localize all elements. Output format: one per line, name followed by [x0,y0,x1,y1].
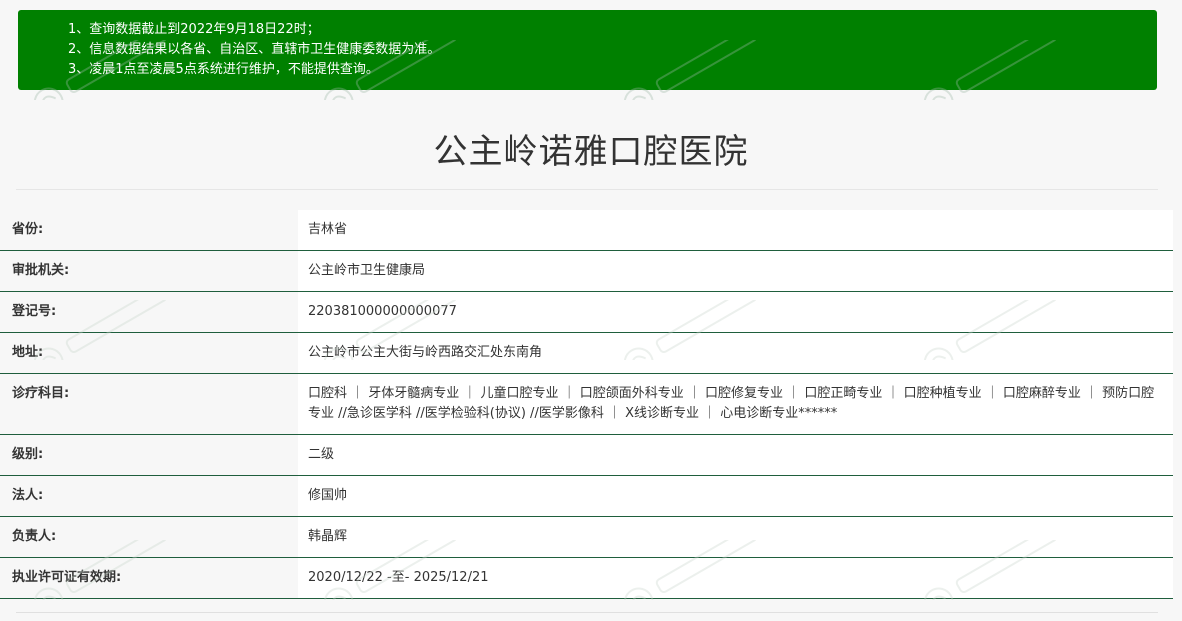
table-row: 省份: 吉林省 [0,210,1173,251]
row-label: 审批机关: [0,250,298,292]
row-label: 执业许可证有效期: [0,557,298,599]
row-value: 吉林省 [298,210,1173,251]
row-value: 修国帅 [298,475,1173,517]
row-value: 韩晶辉 [298,516,1173,558]
row-label: 诊疗科目: [0,373,298,435]
table-row: 负责人: 韩晶辉 [0,516,1173,558]
table-row: 级别: 二级 [0,434,1173,476]
table-row: 登记号: 220381000000000077 [0,291,1173,333]
title-divider [16,189,1158,190]
table-row: 地址: 公主岭市公主大街与岭西路交汇处东南角 [0,332,1173,374]
notice-line: 3、凌晨1点至凌晨5点系统进行维护，不能提供查询。 [68,62,379,77]
row-label: 省份: [0,210,298,251]
row-value: 公主岭市公主大街与岭西路交汇处东南角 [298,332,1173,374]
row-label: 级别: [0,434,298,476]
page-title: 公主岭诺雅口腔医院 [433,132,749,172]
hospital-info-table: 省份: 吉林省 审批机关: 公主岭市卫生健康局 登记号: 22038100000… [0,210,1173,599]
notice-banner: 1、查询数据截止到2022年9月18日22时； 2、信息数据结果以各省、自治区、… [18,10,1157,90]
table-row: 执业许可证有效期: 2020/12/22 -至- 2025/12/21 [0,557,1173,599]
table-row: 审批机关: 公主岭市卫生健康局 [0,250,1173,292]
row-value: 公主岭市卫生健康局 [298,250,1173,292]
row-label: 登记号: [0,291,298,333]
notice-line: 1、查询数据截止到2022年9月18日22时； [68,22,320,37]
notice-line: 2、信息数据结果以各省、自治区、直辖市卫生健康委数据为准。 [68,42,441,57]
row-label: 地址: [0,332,298,374]
row-value: 2020/12/22 -至- 2025/12/21 [298,557,1173,599]
table-row: 诊疗科目: 口腔科 ｜ 牙体牙髓病专业 ｜ 儿童口腔专业 ｜ 口腔颌面外科专业 … [0,373,1173,435]
row-value: 二级 [298,434,1173,476]
row-label: 负责人: [0,516,298,558]
row-value: 220381000000000077 [298,291,1173,333]
bottom-divider [16,612,1158,613]
row-value: 口腔科 ｜ 牙体牙髓病专业 ｜ 儿童口腔专业 ｜ 口腔颌面外科专业 ｜ 口腔修复… [298,373,1173,435]
row-label: 法人: [0,475,298,517]
table-row: 法人: 修国帅 [0,475,1173,517]
